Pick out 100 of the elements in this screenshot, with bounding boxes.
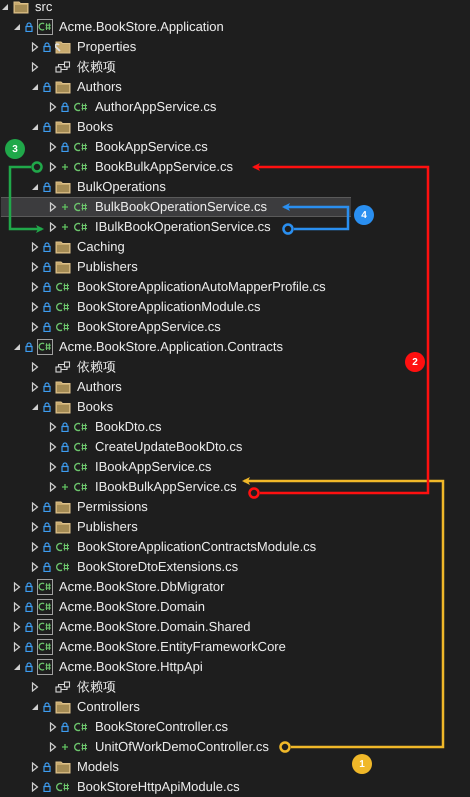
collapsed-arrow-icon[interactable] <box>31 62 39 72</box>
collapsed-arrow-icon[interactable] <box>13 622 21 632</box>
tree-item[interactable]: Caching <box>31 237 131 257</box>
tree-item[interactable]: Acme.BookStore.Domain <box>13 597 211 617</box>
tree-item[interactable]: Permissions <box>31 497 154 517</box>
folder-icon <box>55 120 71 134</box>
csharp-file-icon <box>73 160 89 174</box>
tree-item[interactable]: Publishers <box>31 257 144 277</box>
collapsed-arrow-icon[interactable] <box>31 562 39 572</box>
tree-item[interactable]: BookStoreController.cs <box>49 717 234 737</box>
folder-icon <box>55 400 71 414</box>
item-label: Authors <box>77 78 122 96</box>
expanded-arrow-icon[interactable] <box>13 662 21 672</box>
collapsed-arrow-icon[interactable] <box>31 502 39 512</box>
expanded-arrow-icon[interactable] <box>31 702 39 712</box>
collapsed-arrow-icon[interactable] <box>31 382 39 392</box>
collapsed-arrow-icon[interactable] <box>31 522 39 532</box>
item-label: BookStoreApplicationModule.cs <box>77 298 261 316</box>
tree-item[interactable]: Properties <box>31 37 142 57</box>
tree-item[interactable]: BookDto.cs <box>49 417 168 437</box>
tree-item[interactable]: IBulkBookOperationService.cs <box>49 217 277 237</box>
tree-item[interactable]: UnitOfWorkDemoController.cs <box>49 737 275 757</box>
tree-item[interactable]: BookStoreApplicationModule.cs <box>31 297 267 317</box>
tree-item[interactable]: Authors <box>31 77 128 97</box>
collapsed-arrow-icon[interactable] <box>31 322 39 332</box>
csharp-project-icon <box>37 639 53 655</box>
tree-item[interactable]: BookBulkAppService.cs <box>49 157 240 177</box>
expanded-arrow-icon[interactable] <box>1 2 9 12</box>
collapsed-arrow-icon[interactable] <box>49 162 57 172</box>
tree-item[interactable]: 依赖项 <box>31 57 122 77</box>
tree-item[interactable]: BookStoreHttpApiModule.cs <box>31 777 246 797</box>
tree-item[interactable]: Acme.BookStore.DbMigrator <box>13 577 230 597</box>
csharp-file-icon <box>73 460 89 474</box>
tree-item[interactable]: IBookAppService.cs <box>49 457 218 477</box>
tree-item[interactable]: Acme.BookStore.Domain.Shared <box>13 617 256 637</box>
folder-icon <box>55 380 71 394</box>
collapsed-arrow-icon[interactable] <box>49 202 57 212</box>
tree-item[interactable]: BookAppService.cs <box>49 137 214 157</box>
collapsed-arrow-icon[interactable] <box>13 642 21 652</box>
tree-item[interactable]: BulkOperations <box>31 177 172 197</box>
expanded-arrow-icon[interactable] <box>31 402 39 412</box>
dependencies-icon <box>55 60 71 74</box>
collapsed-arrow-icon[interactable] <box>49 442 57 452</box>
collapsed-arrow-icon[interactable] <box>31 762 39 772</box>
tree-item[interactable]: Controllers <box>31 697 146 717</box>
expanded-arrow-icon[interactable] <box>13 342 21 352</box>
collapsed-arrow-icon[interactable] <box>31 682 39 692</box>
collapsed-arrow-icon[interactable] <box>49 142 57 152</box>
expanded-arrow-icon[interactable] <box>31 82 39 92</box>
collapsed-arrow-icon[interactable] <box>31 42 39 52</box>
tree-item[interactable]: Acme.BookStore.EntityFrameworkCore <box>13 637 292 657</box>
collapsed-arrow-icon[interactable] <box>49 422 57 432</box>
collapsed-arrow-icon[interactable] <box>49 102 57 112</box>
collapsed-arrow-icon[interactable] <box>13 582 21 592</box>
tree-item[interactable]: BulkBookOperationService.cs <box>1 197 351 217</box>
collapsed-arrow-icon[interactable] <box>31 362 39 372</box>
item-label: BookStoreDtoExtensions.cs <box>77 558 238 576</box>
tree-item[interactable]: BookStoreAppService.cs <box>31 317 227 337</box>
item-label: IBulkBookOperationService.cs <box>95 218 271 236</box>
expanded-arrow-icon[interactable] <box>31 122 39 132</box>
collapsed-arrow-icon[interactable] <box>31 542 39 552</box>
tree-item[interactable]: BookStoreDtoExtensions.cs <box>31 557 244 577</box>
item-label: Acme.BookStore.HttpApi <box>59 658 203 676</box>
collapsed-arrow-icon[interactable] <box>31 282 39 292</box>
tree-item[interactable]: BookStoreApplicationAutoMapperProfile.cs <box>31 277 332 297</box>
tree-item[interactable]: 依赖项 <box>31 357 122 377</box>
tree-item[interactable]: Models <box>31 757 125 777</box>
collapsed-arrow-icon[interactable] <box>49 482 57 492</box>
collapsed-arrow-icon[interactable] <box>49 722 57 732</box>
item-label: Publishers <box>77 258 138 276</box>
dependencies-icon <box>55 360 71 374</box>
csharp-file-icon <box>73 740 89 754</box>
tree-item[interactable]: 依赖项 <box>31 677 122 697</box>
collapsed-arrow-icon[interactable] <box>13 602 21 612</box>
folder-icon <box>55 180 71 194</box>
tree-item[interactable]: CreateUpdateBookDto.cs <box>49 437 248 457</box>
tree-item[interactable]: Publishers <box>31 517 144 537</box>
tree-item[interactable]: IBookBulkAppService.cs <box>49 477 243 497</box>
collapsed-arrow-icon[interactable] <box>31 262 39 272</box>
tree-item[interactable]: Books <box>31 397 120 417</box>
item-label: CreateUpdateBookDto.cs <box>95 438 242 456</box>
collapsed-arrow-icon[interactable] <box>31 242 39 252</box>
collapsed-arrow-icon[interactable] <box>31 302 39 312</box>
collapsed-arrow-icon[interactable] <box>49 222 57 232</box>
collapsed-arrow-icon[interactable] <box>49 462 57 472</box>
tree-item[interactable]: Acme.BookStore.Application <box>13 17 230 37</box>
csharp-file-icon <box>55 300 71 314</box>
item-label: Acme.BookStore.Domain <box>59 598 205 616</box>
item-label: BookStoreApplicationContractsModule.cs <box>77 538 316 556</box>
collapsed-arrow-icon[interactable] <box>49 742 57 752</box>
tree-item[interactable]: Books <box>31 117 120 137</box>
tree-item[interactable]: Acme.BookStore.Application.Contracts <box>13 337 289 357</box>
expanded-arrow-icon[interactable] <box>13 22 21 32</box>
tree-item[interactable]: Acme.BookStore.HttpApi <box>13 657 209 677</box>
tree-item[interactable]: src <box>1 0 58 17</box>
tree-item[interactable]: AuthorAppService.cs <box>49 97 222 117</box>
expanded-arrow-icon[interactable] <box>31 182 39 192</box>
tree-item[interactable]: BookStoreApplicationContractsModule.cs <box>31 537 322 557</box>
tree-item[interactable]: Authors <box>31 377 128 397</box>
collapsed-arrow-icon[interactable] <box>31 782 39 792</box>
